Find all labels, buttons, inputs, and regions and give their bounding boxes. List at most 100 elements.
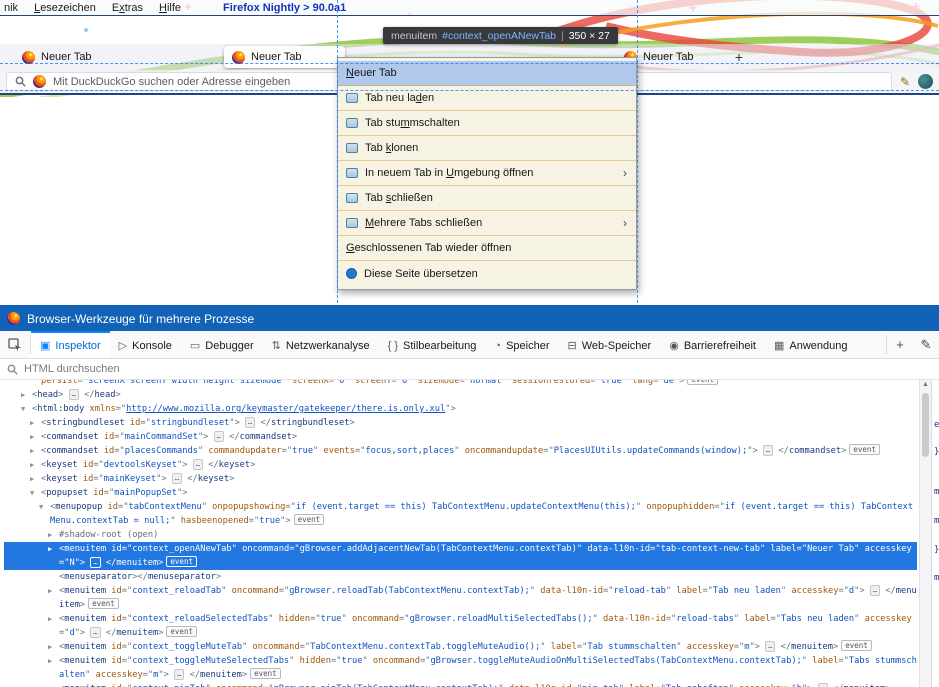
collapsed-children-badge[interactable]: … <box>763 445 773 456</box>
expand-arrow-icon[interactable]: ▶ <box>30 430 41 444</box>
collapsed-children-badge[interactable]: … <box>172 473 182 484</box>
collapsed-children-badge[interactable]: … <box>245 417 255 428</box>
pick-element-button[interactable] <box>0 331 30 358</box>
markup-node[interactable]: ▶<menuitem id="context_pinTab" oncommand… <box>4 682 917 687</box>
expand-arrow-icon[interactable]: ▶ <box>30 444 41 458</box>
markup-node[interactable]: ▶<menuitem id="context_toggleMuteTab" on… <box>4 640 917 654</box>
tab-active[interactable]: Neuer Tab <box>224 46 345 68</box>
context-menu-item[interactable]: Tab stummschalten <box>338 111 636 136</box>
collapsed-children-badge[interactable]: … <box>765 641 775 652</box>
context-menu-label: Tab schließen <box>365 192 433 204</box>
markup-node[interactable]: ▶#shadow-root (open) <box>4 528 917 542</box>
markup-node[interactable]: ▶<stringbundleset id="stringbundleset"> … <box>4 416 917 430</box>
event-badge[interactable]: event <box>849 444 880 455</box>
rules-fragment: men <box>934 487 939 497</box>
markup-node[interactable]: ▶<commandset id="placesCommands" command… <box>4 444 917 458</box>
debugger-icon: ▭ <box>190 339 200 352</box>
event-badge[interactable]: event <box>166 626 197 637</box>
markup-node[interactable]: ▶<menuitem id="context_toggleMuteSelecte… <box>4 654 917 682</box>
highlighter-guide-top <box>0 63 939 64</box>
tab[interactable]: Neuer Tab <box>14 46 212 68</box>
context-menu-item[interactable]: Tab klonen <box>338 136 636 161</box>
expand-arrow-icon[interactable]: ▶ <box>30 458 41 472</box>
expand-arrow-icon[interactable]: ▶ <box>21 388 32 402</box>
context-menu-item[interactable]: Diese Seite übersetzen <box>338 261 636 286</box>
firefox-icon <box>7 312 20 325</box>
markup-node[interactable]: ▶<menuitem id="context_reloadSelectedTab… <box>4 612 917 640</box>
markup-view[interactable]: persist="screenX screenY width height si… <box>0 380 919 687</box>
markup-token: =" <box>838 586 848 596</box>
collapse-arrow-icon[interactable]: ▼ <box>30 486 41 500</box>
extension-icon[interactable] <box>918 74 933 89</box>
devtools-tab-konsole[interactable]: ▷Konsole <box>110 331 181 358</box>
markup-node[interactable]: ▶<head> … </head> <box>4 388 917 402</box>
collapsed-children-badge[interactable]: … <box>90 627 100 638</box>
devtools-tab-netzwerkanalyse[interactable]: ⇅Netzwerkanalyse <box>263 331 379 358</box>
markup-node[interactable]: ▼<menupopup id="tabContextMenu" onpopups… <box>4 500 917 528</box>
markup-node[interactable]: ▼<popupset id="mainPopupSet"> <box>4 486 917 500</box>
markup-token: id <box>106 614 122 624</box>
expand-arrow-icon[interactable]: ▶ <box>48 640 59 654</box>
collapsed-children-badge[interactable]: … <box>69 389 79 400</box>
collapsed-children-badge[interactable]: … <box>818 683 828 687</box>
context-menu-item[interactable]: Tab schließen <box>338 186 636 211</box>
devtools-tab-anwendung[interactable]: ▦Anwendung <box>765 331 857 358</box>
markup-node[interactable]: ▶<menuitem id="context_reloadTab" oncomm… <box>4 584 917 612</box>
scrollbar[interactable]: ▲ <box>919 380 931 687</box>
expand-arrow-icon[interactable]: ▶ <box>48 682 59 687</box>
event-badge[interactable]: event <box>88 598 119 609</box>
collapse-arrow-icon[interactable]: ▼ <box>21 402 32 416</box>
tooltip-separator: | <box>561 30 564 42</box>
new-tab-button[interactable]: + <box>728 47 750 67</box>
devtools-tab-debugger[interactable]: ▭Debugger <box>181 331 263 358</box>
context-menu-item[interactable]: In neuem Tab in Umgebung öffnen› <box>338 161 636 186</box>
markup-node-selected[interactable]: ▶<menuitem id="context_openANewTab" onco… <box>4 542 917 570</box>
event-badge[interactable]: event <box>841 640 872 651</box>
eyedropper-icon[interactable]: ✎ <box>913 331 939 358</box>
menubar-item[interactable]: Lesezeichen <box>34 2 96 14</box>
markup-token: true <box>259 516 280 526</box>
menubar-item[interactable]: Extras <box>112 2 143 14</box>
context-menu-item[interactable]: Geschlossenen Tab wieder öffnen <box>338 236 636 261</box>
markup-node[interactable]: ▶<keyset id="mainKeyset"> … </keyset> <box>4 472 917 486</box>
markup-node[interactable]: ▼<html:body xmlns="http://www.mozilla.or… <box>4 402 917 416</box>
expand-arrow-icon[interactable]: ▶ <box>30 416 41 430</box>
collapsed-children-badge[interactable]: … <box>214 431 224 442</box>
collapsed-children-badge[interactable]: … <box>870 585 880 596</box>
markup-token: stringbundleset <box>271 418 349 428</box>
expand-arrow-icon[interactable]: ▶ <box>48 584 59 598</box>
menubar-item[interactable]: nik <box>4 2 18 14</box>
devtools-tab-speicher[interactable]: ◔Speicher <box>485 331 558 358</box>
expand-arrow-icon[interactable]: ▶ <box>48 654 59 668</box>
menubar-item[interactable]: Hilfe <box>159 2 181 14</box>
context-menu-item[interactable]: Neuer Tab <box>338 61 636 86</box>
context-menu-item[interactable]: Mehrere Tabs schließen› <box>338 211 636 236</box>
expand-arrow-icon[interactable]: ▶ <box>48 612 59 626</box>
markup-node[interactable]: ▶<commandset id="mainCommandSet"> … </co… <box>4 430 917 444</box>
markup-token: </ <box>106 628 116 638</box>
firefox-icon <box>33 75 46 88</box>
devtools-tab-barrierefreiheit[interactable]: ◉Barrierefreiheit <box>660 331 765 358</box>
markup-node[interactable]: persist="screenX screenY width height si… <box>4 380 917 388</box>
collapsed-children-badge[interactable]: … <box>193 459 203 470</box>
event-badge[interactable]: event <box>166 556 197 567</box>
expand-arrow-icon[interactable]: ▶ <box>48 528 59 542</box>
devtools-tab-stilbearbeitung[interactable]: { }Stilbearbeitung <box>379 331 486 358</box>
search-html-input[interactable]: HTML durchsuchen <box>24 363 120 375</box>
markup-node[interactable]: ▶<keyset id="devtoolsKeyset"> … </keyset… <box>4 458 917 472</box>
scrollbar-thumb[interactable] <box>922 393 929 457</box>
expand-arrow-icon[interactable]: ▶ <box>48 542 59 556</box>
collapse-arrow-icon[interactable]: ▼ <box>39 500 50 514</box>
event-badge[interactable]: event <box>250 668 281 679</box>
collapsed-children-badge[interactable]: … <box>90 557 100 568</box>
markup-node[interactable]: <menuseparator></menuseparator> <box>4 570 917 584</box>
add-node-button[interactable]: + <box>887 331 913 358</box>
devtools-tab-web-speicher[interactable]: ⊟Web-Speicher <box>558 331 660 358</box>
devtools-tab-inspektor[interactable]: ▣Inspektor <box>31 331 110 358</box>
event-badge[interactable]: event <box>687 380 718 385</box>
expand-arrow-icon[interactable]: ▶ <box>30 472 41 486</box>
scroll-up-icon[interactable]: ▲ <box>920 381 931 388</box>
collapsed-children-badge[interactable]: … <box>174 669 184 680</box>
pencil-icon[interactable]: ✎ <box>900 75 910 89</box>
event-badge[interactable]: event <box>294 514 325 525</box>
